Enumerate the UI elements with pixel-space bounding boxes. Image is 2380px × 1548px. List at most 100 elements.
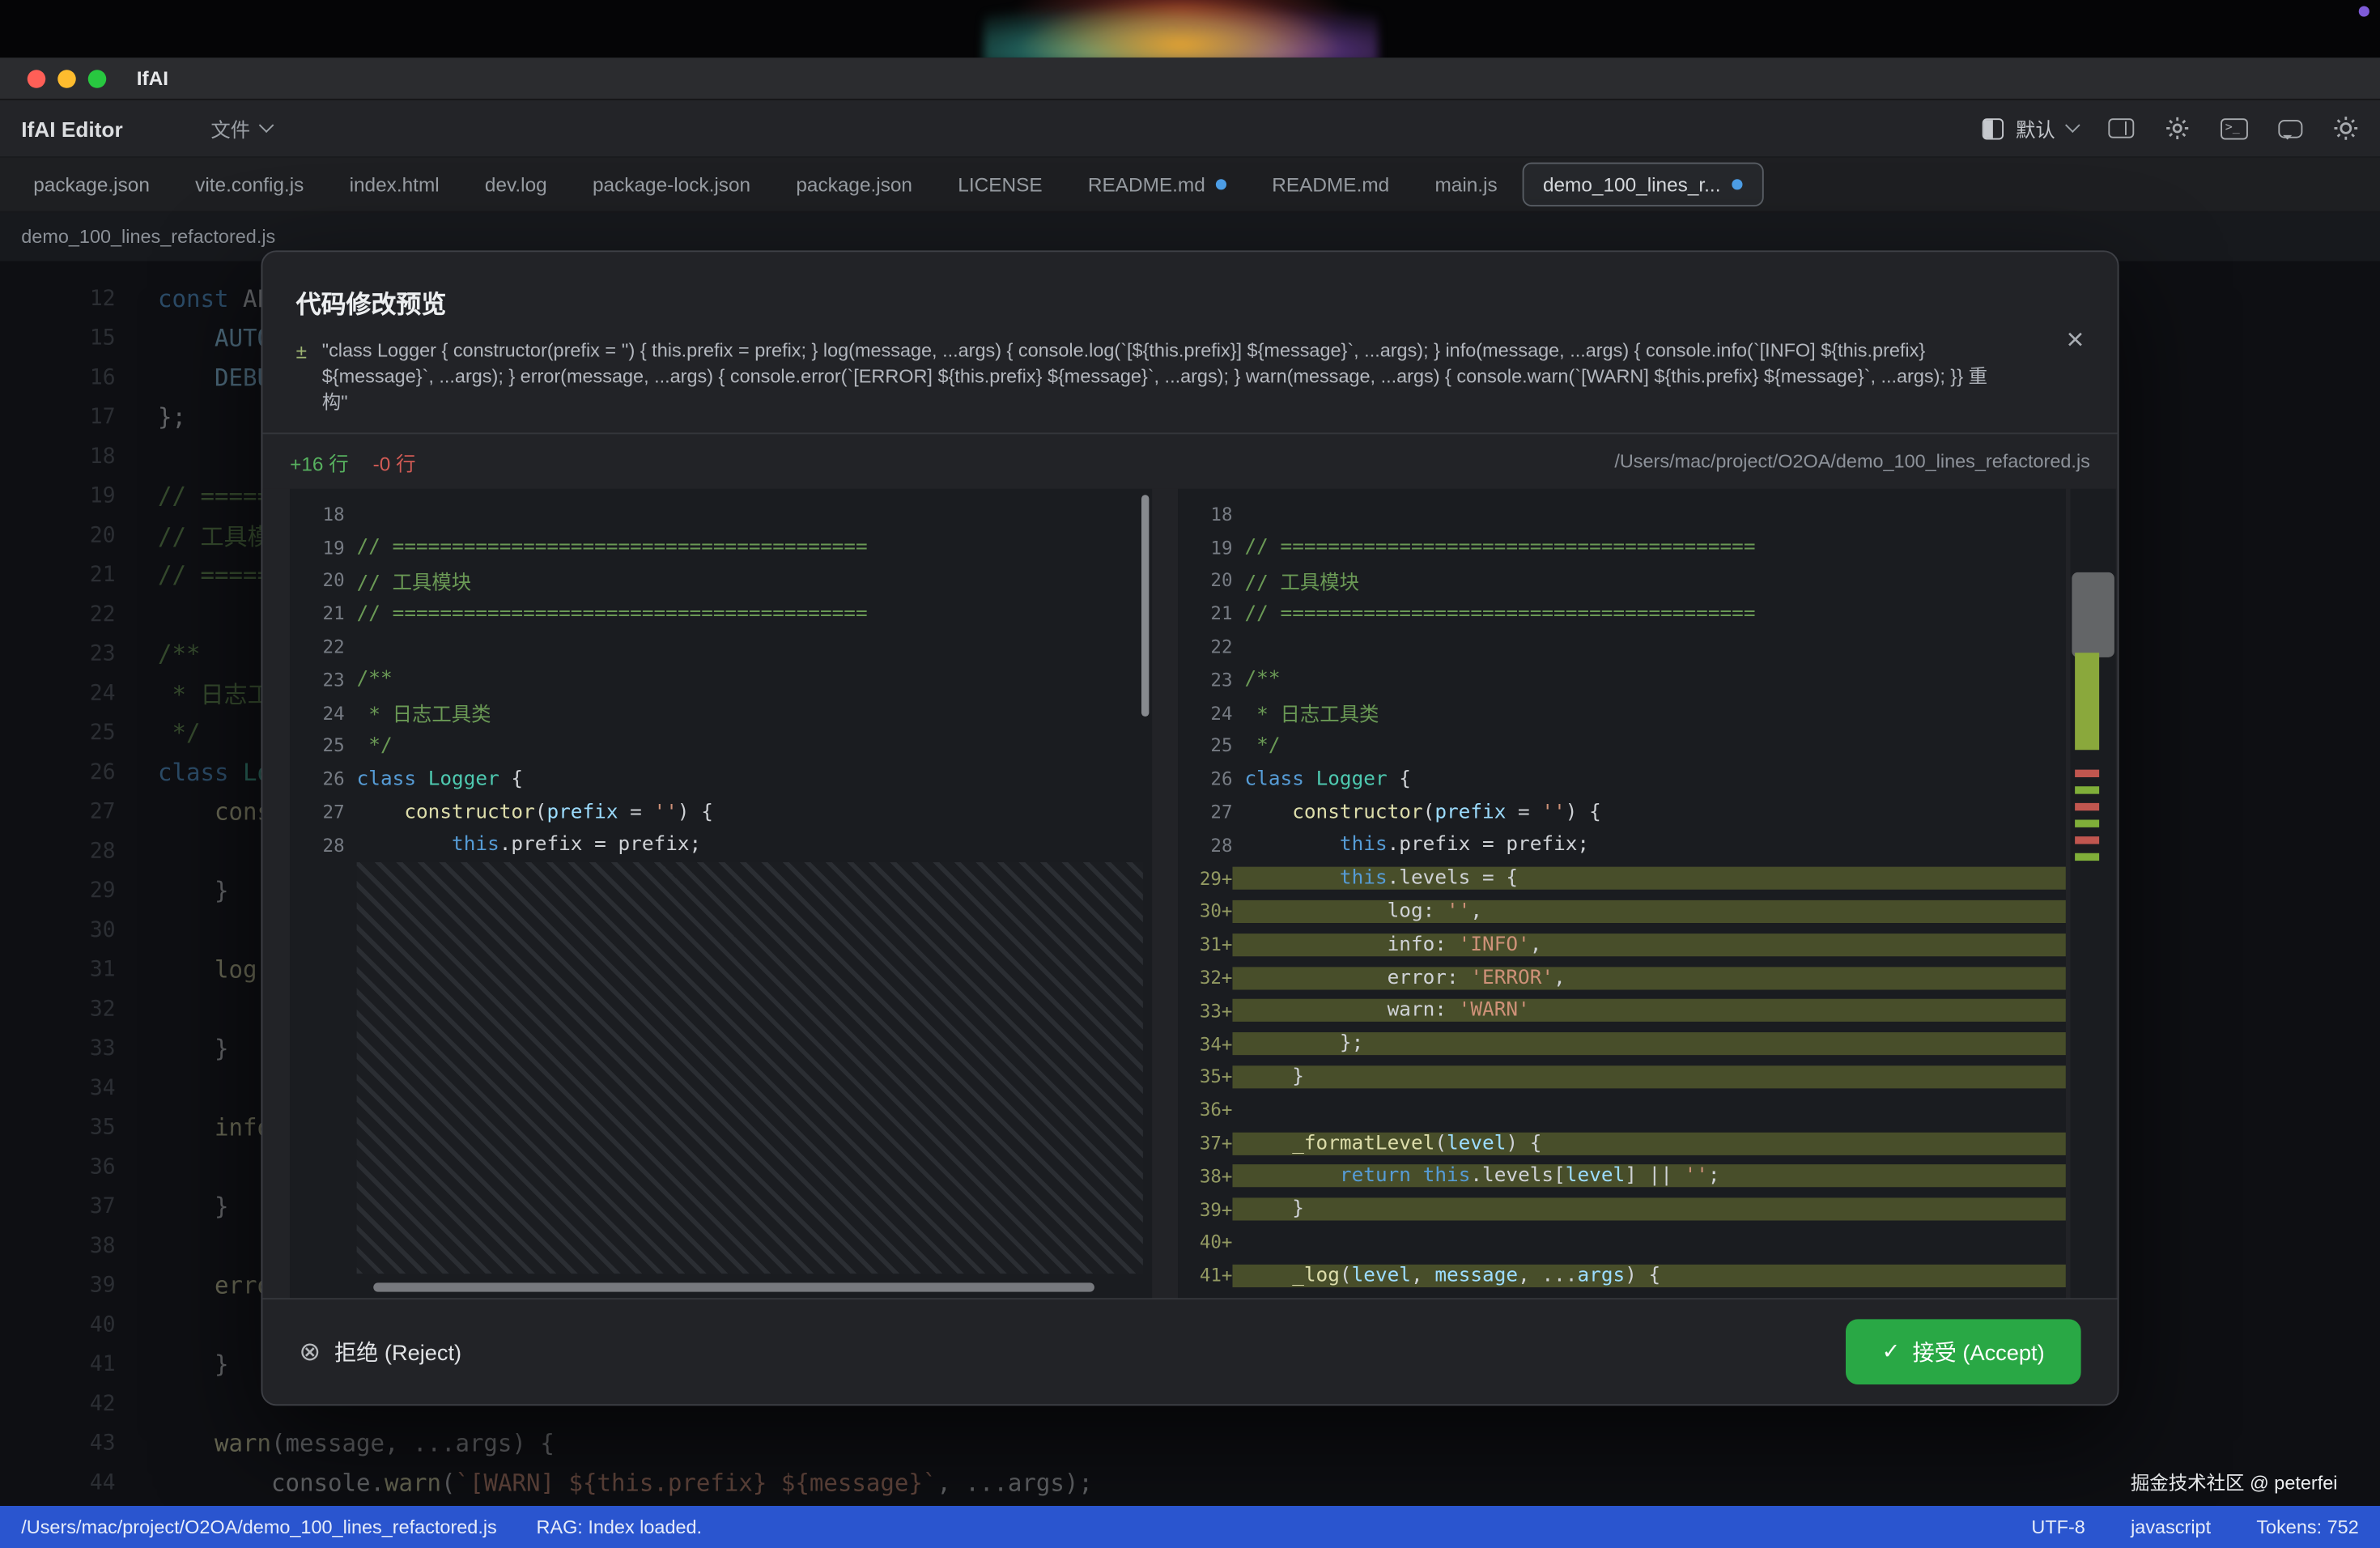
terminal-button[interactable]	[2221, 117, 2248, 138]
removed-lines-count: -0 行	[373, 447, 416, 476]
statusbar-file-path: /Users/mac/project/O2OA/demo_100_lines_r…	[21, 1516, 497, 1537]
minimize-window-button[interactable]	[57, 69, 76, 87]
app-window: IfAI IfAI Editor 文件 默认	[0, 0, 2380, 1548]
theme-toggle-button[interactable]	[2333, 116, 2359, 142]
code-line-19: 19// ===================================…	[1178, 531, 2066, 564]
code-line-26: 26class Logger {	[290, 763, 1152, 796]
tab-package-json[interactable]: package.json	[775, 163, 933, 206]
code-line-28: 28 this.prefix = prefix;	[1178, 829, 2066, 862]
reject-button[interactable]: ⊗ 拒绝 (Reject)	[299, 1336, 461, 1367]
line-number: 26	[290, 768, 345, 789]
code-line-27: 27 constructor(prefix = '') {	[290, 796, 1152, 829]
line-number: 28	[290, 835, 345, 856]
tab-main-js[interactable]: main.js	[1413, 163, 1519, 206]
code-line-18: 18	[290, 498, 1152, 531]
diff-file-path: /Users/mac/project/O2OA/demo_100_lines_r…	[1614, 451, 2090, 472]
menubar: IfAI Editor 文件 默认	[0, 100, 2380, 158]
tab-demo-100-lines-r[interactable]: demo_100_lines_r...	[1522, 163, 1763, 206]
diff-stats-row: +16 行 -0 行 /Users/mac/project/O2OA/demo_…	[262, 432, 2117, 488]
diff-right-pane: 18 19// =================================…	[1178, 489, 2066, 1298]
line-number: 36+	[1178, 1099, 1233, 1121]
breadcrumb: demo_100_lines_refactored.js	[21, 226, 275, 247]
statusbar-language[interactable]: javascript	[2131, 1516, 2211, 1537]
code-line-19: 19// ===================================…	[290, 531, 1152, 564]
code-line-22: 22	[1178, 630, 2066, 663]
line-number: 32+	[1178, 967, 1233, 988]
code-line-29: 29+ this.levels = {	[1178, 862, 2066, 895]
theme-label: 默认	[2016, 114, 2055, 143]
line-number: 21	[1178, 603, 1233, 624]
line-number: 20	[1178, 570, 1233, 591]
code-line-24: 24 * 日志工具类	[290, 696, 1152, 729]
split-layout-button[interactable]	[2108, 118, 2134, 138]
line-number: 21	[290, 603, 345, 624]
line-number: 39+	[1178, 1199, 1233, 1220]
line-number: 33+	[1178, 1000, 1233, 1021]
accept-label: 接受 (Accept)	[1912, 1336, 2044, 1367]
tab-label: dev.log	[485, 173, 547, 196]
statusbar-rag-status: RAG: Index loaded.	[537, 1516, 703, 1537]
tab-label: package.json	[33, 173, 150, 196]
desktop-wallpaper-art	[984, 0, 1379, 57]
code-line-30: 30+ log: '',	[1178, 895, 2066, 928]
tab-label: README.md	[1272, 173, 1389, 196]
minimap-viewport-thumb[interactable]	[2072, 572, 2114, 657]
settings-button[interactable]	[2165, 116, 2191, 142]
added-lines-count: +16 行	[290, 447, 349, 476]
zoom-window-button[interactable]	[88, 69, 107, 87]
tab-readme-md[interactable]: README.md	[1067, 163, 1248, 206]
tab-label: main.js	[1434, 173, 1497, 196]
code-line-42: 42+ const levelPrefix = this._formatLeve…	[1178, 1292, 2066, 1298]
code-line-39: 39+ }	[1178, 1193, 2066, 1226]
tab-license[interactable]: LICENSE	[937, 163, 1064, 206]
line-number: 31+	[1178, 934, 1233, 955]
close-window-button[interactable]	[28, 69, 46, 87]
line-number: 37+	[1178, 1133, 1233, 1154]
modal-footer: ⊗ 拒绝 (Reject) ✓ 接受 (Accept)	[262, 1298, 2117, 1404]
accept-button[interactable]: ✓ 接受 (Accept)	[1846, 1319, 2081, 1384]
file-menu[interactable]: 文件	[210, 114, 271, 143]
code-line-35: 35+ }	[1178, 1061, 2066, 1094]
code-line-28: 28 this.prefix = prefix;	[290, 829, 1152, 862]
code-line-27: 27 constructor(prefix = '') {	[1178, 796, 2066, 829]
line-number: 35+	[1178, 1066, 1233, 1087]
code-line-40: 40+	[1178, 1226, 2066, 1259]
code-line-20: 20// 工具模块	[1178, 564, 2066, 598]
code-line-20: 20// 工具模块	[290, 564, 1152, 598]
code-line-41: 41+ _log(level, message, ...args) {	[1178, 1259, 2066, 1292]
tab-bar: package.json vite.config.jsindex.html dev.…	[0, 158, 2380, 213]
line-number: 34+	[1178, 1033, 1233, 1054]
tab-package-lock-json[interactable]: package-lock.json	[572, 163, 772, 206]
code-line-22: 22	[290, 630, 1152, 663]
tab-package-json[interactable]: package.json	[12, 163, 171, 206]
code-line-33: 33+ warn: 'WARN'	[1178, 994, 2066, 1027]
line-number: 18	[1178, 504, 1233, 525]
tab-vite-config-js[interactable]: vite.config.js	[174, 163, 325, 206]
chat-bubble-icon	[2278, 119, 2302, 138]
code-line-25: 25 */	[290, 729, 1152, 763]
chat-button[interactable]	[2278, 119, 2302, 138]
modal-title: 代码修改预览	[296, 284, 2012, 321]
tab-label: LICENSE	[958, 173, 1042, 196]
code-line-25: 25 */	[1178, 729, 2066, 763]
statusbar-encoding[interactable]: UTF-8	[2031, 1516, 2085, 1537]
tab-index-html[interactable]: index.html	[328, 163, 461, 206]
diff-right-code: 18 19// =================================…	[1178, 489, 2066, 1298]
theme-picker[interactable]: 默认	[1983, 114, 2078, 143]
left-pane-vertical-scrollbar[interactable]	[1141, 495, 1149, 717]
code-line-21: 21// ===================================…	[290, 598, 1152, 631]
code-line-31: 31+ info: 'INFO',	[1178, 928, 2066, 961]
close-icon[interactable]: ×	[2066, 325, 2084, 355]
code-line-36: 36+	[1178, 1094, 2066, 1127]
minimap-added-mark	[2075, 786, 2099, 793]
left-pane-horizontal-scrollbar[interactable]	[373, 1282, 1094, 1291]
gear-icon	[2165, 116, 2191, 142]
diff-minimap[interactable]	[2071, 489, 2116, 1298]
code-change-preview-modal: 代码修改预览 ± "class Logger { constructor(pre…	[261, 250, 2119, 1406]
toolbar-icons: 默认	[1983, 114, 2359, 143]
modified-dot	[1732, 179, 1742, 189]
line-number: 24	[1178, 703, 1233, 724]
tab-dev-log[interactable]: dev.log	[464, 163, 568, 206]
tab-readme-md[interactable]: README.md	[1251, 163, 1410, 206]
chevron-down-icon	[259, 117, 274, 133]
